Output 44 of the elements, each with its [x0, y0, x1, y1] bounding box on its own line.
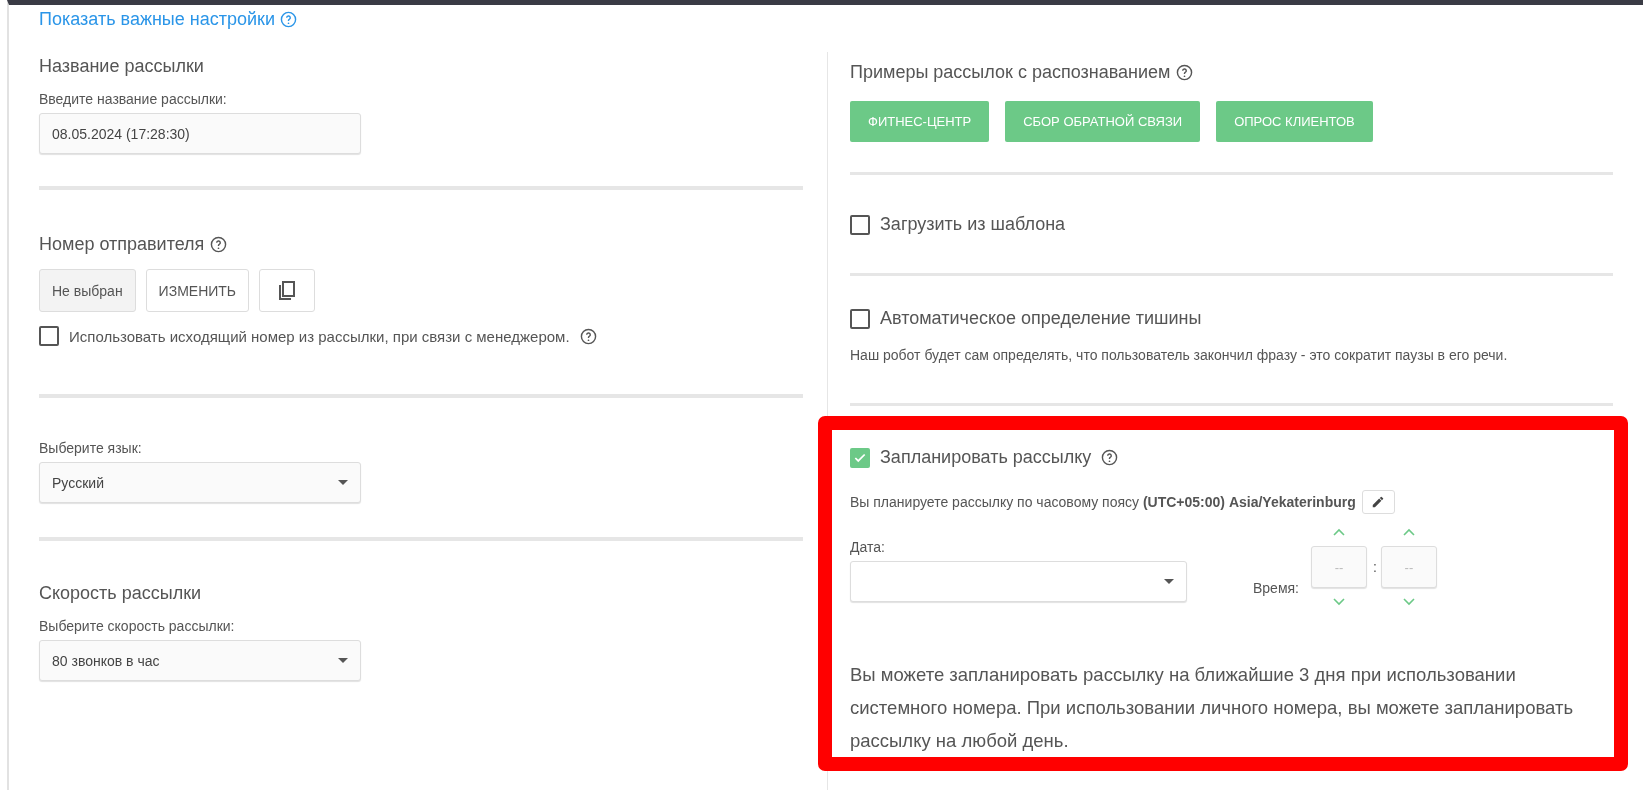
checkbox-label: Использовать исходящий номер из рассылки, при связи с менеджером. [69, 327, 570, 345]
help-icon[interactable] [280, 11, 298, 28]
example-button[interactable]: ОПРОС КЛИЕНТОВ [1216, 101, 1373, 142]
option-description: Наш робот будет сам определять, что пользователь закончил фразу - это сократит паузы в его речи. [850, 347, 1509, 363]
checkbox-label: Запланировать рассылку [880, 447, 1092, 468]
copy-button[interactable] [259, 269, 316, 312]
field-label: Выберите скорость рассылки: [39, 618, 236, 634]
caret-icon [338, 480, 348, 485]
caret-icon [1164, 578, 1174, 584]
help-icon[interactable] [579, 327, 597, 345]
section-title: Название рассылки [39, 56, 204, 77]
checkbox-label: Загрузить из шаблона [880, 214, 1066, 235]
edit-button[interactable] [1361, 490, 1395, 514]
name-input[interactable]: 08.05.2024 (17:28:30) [39, 113, 361, 154]
time-separator: : [1373, 559, 1377, 575]
section-title: Скорость рассылки [39, 583, 202, 604]
section-title: Номер отправителя [39, 234, 205, 255]
checkbox-label: Автоматическое определение тишины [880, 308, 1202, 329]
change-button[interactable]: ИЗМЕНИТЬ [145, 269, 250, 312]
checkbox[interactable] [850, 447, 870, 468]
minutes-input[interactable]: -- [1380, 546, 1437, 588]
caret-icon [338, 658, 348, 663]
help-icon[interactable] [1176, 64, 1194, 81]
help-icon[interactable] [210, 236, 228, 253]
help-icon[interactable] [1101, 449, 1119, 466]
pencil-icon [1371, 495, 1386, 509]
copy-icon [278, 280, 297, 301]
timezone-text: Вы планируете рассылку по часовому поясу (UTC+05:00) Asia/Yekaterinburg [850, 494, 1356, 510]
speed-select[interactable]: 80 звонков в час [39, 640, 361, 681]
language-select[interactable]: Русский [39, 462, 361, 503]
example-button[interactable]: СБОР ОБРАТНОЙ СВЯЗИ [1005, 101, 1201, 142]
checkbox[interactable] [850, 214, 870, 235]
show-settings-link[interactable]: Показать важные настройки [39, 9, 298, 30]
time-label: Время: [1253, 580, 1299, 596]
checkbox[interactable] [850, 308, 870, 329]
example-button[interactable]: ФИТНЕС-ЦЕНТР [850, 101, 990, 142]
field-label: Введите название рассылки: [39, 91, 228, 107]
section-title: Примеры рассылок с распознаванием [850, 62, 1171, 83]
hours-input[interactable]: -- [1311, 546, 1367, 588]
checkbox[interactable] [39, 326, 59, 346]
schedule-note: Вы можете запланировать рассылку на ближайшие 3 дня при использовании системного номера. При использовании личного номера, вы можете запланировать рассылку на любой день. [850, 663, 1575, 753]
sender-number-field[interactable]: Не выбран [39, 269, 136, 312]
field-label: Дата: [850, 538, 886, 555]
field-label: Выберите язык: [39, 440, 143, 456]
